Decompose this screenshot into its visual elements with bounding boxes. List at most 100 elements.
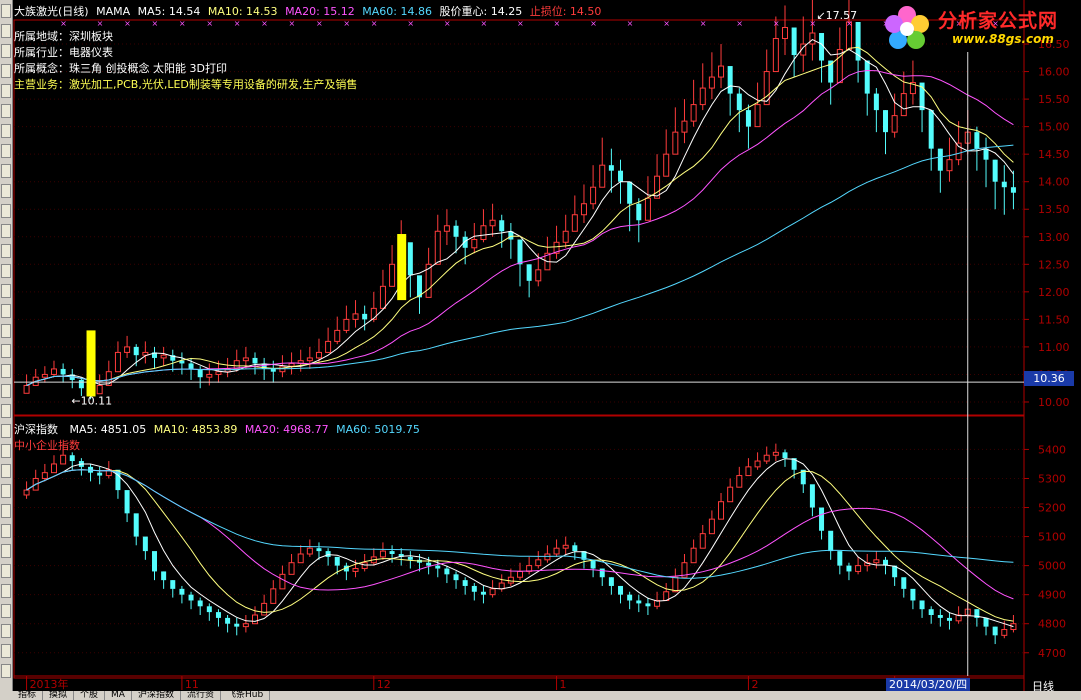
candle-body-up (1010, 623, 1017, 631)
tab-6[interactable]: 飞条Hub (221, 691, 271, 700)
toolbar-button[interactable] (1, 404, 11, 418)
toolbar-button[interactable] (1, 604, 11, 618)
toolbar-button[interactable] (1, 224, 11, 238)
candle-body-up (562, 230, 569, 243)
toolbar-button[interactable] (1, 4, 11, 18)
tab-5[interactable]: 流行资 (181, 691, 221, 700)
toolbar-button[interactable] (1, 504, 11, 518)
candle-body-down (1001, 181, 1007, 188)
candle-body-down (389, 551, 395, 554)
toolbar-button[interactable] (1, 424, 11, 438)
toolbar-button[interactable] (1, 524, 11, 538)
candle-body-up (306, 547, 313, 555)
toolbar-button[interactable] (1, 384, 11, 398)
candle-body-up (553, 547, 560, 555)
candle-body-down (946, 617, 952, 621)
toolbar-button[interactable] (1, 24, 11, 38)
candle-body-down (215, 612, 221, 618)
toolbar-button[interactable] (1, 244, 11, 258)
candle-body-up (855, 565, 862, 572)
candle-body-up (718, 65, 725, 78)
toolbar-button[interactable] (1, 584, 11, 598)
crosshair (14, 52, 1024, 676)
candle-body-up (571, 214, 578, 232)
candle-body-down (636, 600, 642, 604)
toolbar-button[interactable] (1, 544, 11, 558)
y-tick-label: 12.50 (1038, 258, 1070, 271)
candle-body-up (699, 533, 706, 549)
toolbar-button[interactable] (1, 324, 11, 338)
candle-body-up (261, 602, 268, 616)
candle-body-down (819, 507, 825, 531)
candle-body-up (315, 351, 322, 359)
toolbar-button[interactable] (1, 564, 11, 578)
tab-2[interactable]: 个股 (74, 691, 106, 700)
candle-body-up (781, 27, 788, 40)
toolbar-button[interactable] (1, 44, 11, 58)
y-tick-label: 5200 (1038, 502, 1066, 515)
candle-body-down (782, 452, 788, 459)
candle-body-up (23, 384, 30, 394)
candle-body-up (379, 285, 386, 309)
candle-body-down (435, 565, 441, 569)
y-tick-label: 4800 (1038, 618, 1066, 631)
toolbar-button[interactable] (1, 264, 11, 278)
candle-body-down (161, 571, 167, 581)
toolbar-button[interactable] (1, 464, 11, 478)
candle-body-up (242, 357, 249, 362)
y-tick-label: 5100 (1038, 531, 1066, 544)
tab-0[interactable]: 指标 (12, 691, 44, 700)
candle-body-up (50, 463, 57, 474)
candle-body-down (608, 577, 614, 586)
candle-body-down (133, 513, 139, 537)
tab-1[interactable]: 摸拟 (43, 691, 75, 700)
candle-body-down (325, 551, 331, 557)
candle-body-down (828, 530, 834, 552)
candle-body-down (444, 568, 450, 575)
toolbar-button[interactable] (1, 284, 11, 298)
toolbar-button[interactable] (1, 204, 11, 218)
candle-body-up (644, 197, 651, 221)
toolbar-button[interactable] (1, 484, 11, 498)
candle-body-up (471, 239, 478, 249)
candle-body-down (974, 132, 980, 149)
toolbar-button[interactable] (1, 84, 11, 98)
stock-chart[interactable]: 10.0010.5011.0011.5012.0012.5013.0013.50… (12, 0, 1081, 691)
y-tick-label: 14.00 (1038, 176, 1070, 189)
lower-ma-lines (26, 458, 1014, 628)
candle-body-up (60, 454, 67, 465)
toolbar-button[interactable] (1, 164, 11, 178)
y-tick-label: 16.00 (1038, 66, 1070, 79)
candle-body-down (910, 588, 916, 601)
x-tick-label: 2 (751, 678, 758, 691)
toolbar-button[interactable] (1, 144, 11, 158)
y-tick-label: 15.50 (1038, 93, 1070, 106)
candle-body-down (170, 580, 176, 589)
toolbar-button[interactable] (1, 624, 11, 638)
toolbar-button[interactable] (1, 444, 11, 458)
toolbar-button[interactable] (1, 344, 11, 358)
candle-body-up (535, 269, 542, 282)
toolbar-button[interactable] (1, 364, 11, 378)
candle-body-down (992, 626, 998, 636)
stoploss-marker: × (517, 19, 524, 28)
toolbar-button[interactable] (1, 184, 11, 198)
candle-body-down (462, 580, 468, 586)
ma20-line (26, 69, 1014, 386)
toolbar-button[interactable] (1, 124, 11, 138)
toolbar-button[interactable] (1, 64, 11, 78)
candle-body-down (69, 455, 75, 462)
stoploss-marker: × (316, 19, 323, 28)
y-tick-label: 14.50 (1038, 148, 1070, 161)
toolbar-button[interactable] (1, 644, 11, 658)
toolbar-button[interactable] (1, 304, 11, 318)
x-tick-label: 12 (377, 678, 391, 691)
y-tick-label: 15.00 (1038, 121, 1070, 134)
candle-body-up (389, 263, 396, 287)
toolbar-button[interactable] (1, 664, 11, 678)
toolbar-button[interactable] (1, 104, 11, 118)
stoploss-marker: × (809, 19, 816, 28)
candle-body-down (334, 556, 340, 566)
tab-3[interactable]: MA (105, 691, 132, 700)
tab-4[interactable]: 沪深指数 (132, 691, 181, 700)
